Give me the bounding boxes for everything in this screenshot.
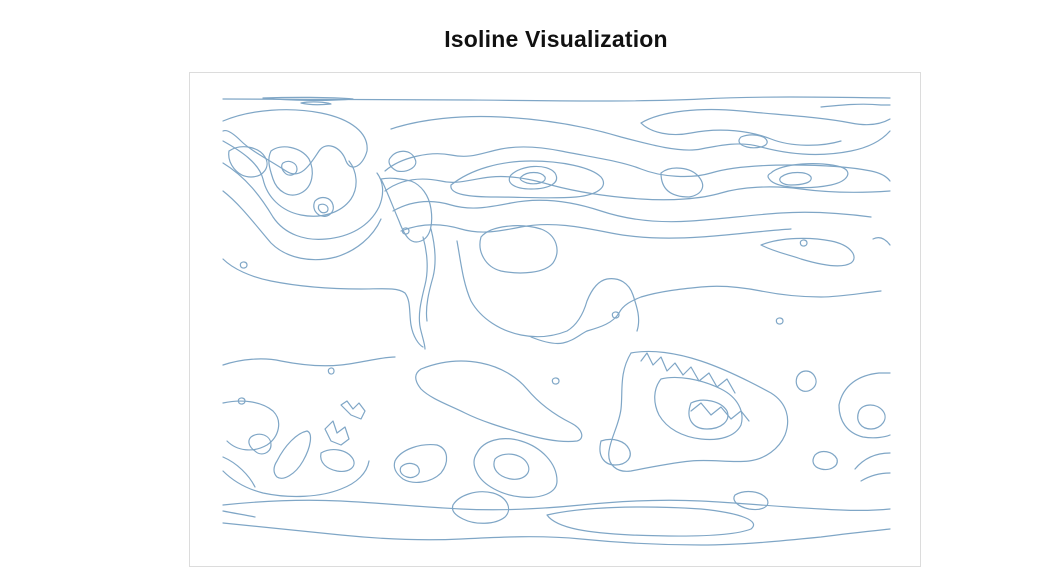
isoline-sw-band-2 <box>222 456 256 488</box>
isoline-n-band-5 <box>400 223 792 239</box>
isoline-speck-1 <box>327 367 335 375</box>
isoline-se-loop-2 <box>795 370 817 392</box>
isoline-caribbean <box>340 400 366 420</box>
isoline-s-loop-1 <box>393 444 448 483</box>
isoline-na-coast <box>222 258 424 348</box>
isoline-africa-inner-2 <box>688 399 729 430</box>
isoline-sw-band <box>222 460 370 498</box>
isoline-s-america <box>415 360 583 443</box>
isoline-antarctic-3 <box>222 510 256 518</box>
isoline-na-coast-3 <box>425 228 436 322</box>
isoline-speck-3 <box>551 377 560 385</box>
isoline-n-band-3 <box>384 175 891 201</box>
isoline-se-loop-3 <box>838 372 891 406</box>
isoline-nw-loop-1 <box>228 146 268 178</box>
isoline-arctic-swirl-2 <box>640 122 842 146</box>
isoline-arctic-top-3 <box>300 101 332 106</box>
isoline-map <box>222 96 891 546</box>
isoline-antarctic-2 <box>222 522 891 546</box>
isoline-group <box>222 96 891 546</box>
map-frame <box>189 72 921 567</box>
isoline-nw-loop-5 <box>317 203 329 214</box>
isoline-nw-loop-2 <box>268 146 313 196</box>
isoline-s-loop-5 <box>451 491 510 524</box>
isoline-s-loop-2 <box>399 462 420 479</box>
isoline-nw-band-3 <box>222 162 384 240</box>
isoline-se-band-2 <box>860 472 891 482</box>
isoline-speck-8 <box>775 317 784 325</box>
isoline-se-band <box>854 452 891 470</box>
isoline-se-loop-1 <box>812 450 838 471</box>
isoline-speck-6 <box>239 261 248 269</box>
isoline-se-loop-6 <box>733 490 769 511</box>
isoline-eurasia-loop-7 <box>779 171 812 186</box>
isoline-archipelago-2 <box>690 402 750 422</box>
isoline-eurasia-loop-1 <box>388 150 417 172</box>
isoline-eurasia-loop-6 <box>767 163 849 189</box>
isoline-africa-inner <box>654 376 743 441</box>
isoline-africa <box>608 350 789 472</box>
isoline-ne-band <box>820 103 891 108</box>
isoline-arabia <box>530 330 588 345</box>
isoline-n-band-1 <box>390 115 891 156</box>
isoline-asia-blob <box>479 225 558 274</box>
isoline-nw-band-4 <box>222 190 382 261</box>
chart-title: Isoline Visualization <box>444 26 668 52</box>
isoline-c-america <box>320 449 355 472</box>
isoline-caribbean-2 <box>324 420 350 446</box>
isoline-australia-ish <box>599 438 631 466</box>
isoline-greenland <box>380 177 433 243</box>
isoline-eurasia-coast <box>456 240 640 338</box>
isoline-archipelago <box>640 352 736 394</box>
isoline-eurasia-loop-5 <box>660 167 704 198</box>
isoline-sw-loop-3 <box>273 430 312 479</box>
isoline-south-band-1 <box>222 356 396 367</box>
isoline-s-loop-4 <box>493 453 530 480</box>
isoline-arctic-swirl <box>640 108 891 126</box>
isoline-se-loop-5 <box>857 404 886 430</box>
isoline-east-coast <box>872 237 891 246</box>
isoline-arctic-loop <box>738 134 768 149</box>
isoline-nw-loop-4 <box>313 196 334 217</box>
isoline-india <box>586 285 882 332</box>
isoline-na-coast-2 <box>418 236 428 350</box>
isoline-n-band-4 <box>392 199 872 223</box>
isoline-antarctic-1 <box>222 499 891 512</box>
isoline-antarctic-loop <box>546 506 754 537</box>
isoline-speck-7 <box>799 239 808 247</box>
isoline-s-loop-3 <box>473 438 558 498</box>
